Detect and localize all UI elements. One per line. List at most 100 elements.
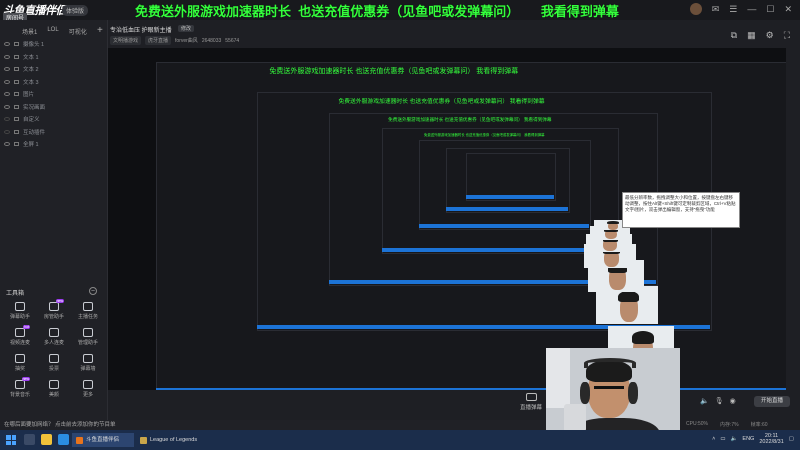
toolbox-grid: 弹幕助手 new 房管助手 主播任务 hot 视频连麦 多人连麦 管理助手抽奖 投票 弹幕墙 new… [3, 299, 105, 398]
source-type-icon [14, 142, 19, 147]
source-type-icon [14, 117, 19, 122]
tool-icon [15, 302, 25, 311]
source-item[interactable]: 图片 [4, 88, 104, 101]
source-type-icon [14, 54, 19, 59]
fullscreen-icon[interactable]: ⛶ [784, 30, 790, 41]
source-type-icon [14, 104, 19, 109]
edit-title-button[interactable]: 修改 [178, 25, 195, 32]
tool-icon [49, 380, 59, 389]
windows-start-icon[interactable] [6, 435, 16, 445]
tab-scene-visual[interactable]: 可视化 [69, 27, 87, 36]
notification-icon[interactable]: ▢ [789, 436, 794, 442]
headphone-left [580, 382, 590, 404]
network-icon[interactable]: ▭ [720, 436, 725, 442]
danmaku-label: 直播弹幕 [520, 405, 543, 411]
source-item[interactable]: 自定义 [4, 113, 104, 126]
volume-icon[interactable]: 🔈 [731, 436, 738, 442]
platform-chip[interactable]: 虎牙直播 [145, 36, 172, 45]
category-chip[interactable]: 文明播游戏 [110, 36, 142, 45]
eye-icon[interactable] [4, 67, 10, 72]
tool-item[interactable]: 投票 [37, 354, 71, 372]
tool-item[interactable]: 弹幕墙 [71, 354, 105, 372]
source-item[interactable]: 文本 1 [4, 51, 104, 64]
menu-icon[interactable]: ☰ [729, 4, 737, 15]
tool-item[interactable]: new 房管助手 [37, 299, 71, 320]
tool-badge: new [21, 377, 30, 381]
danmaku-button[interactable]: 直播弹幕 [520, 393, 542, 411]
source-item[interactable]: 摄像头 1 [4, 38, 104, 51]
tool-item[interactable]: 主播任务 [71, 302, 105, 320]
tool-item[interactable]: 更多 [71, 380, 105, 398]
nested-taskbar [465, 195, 554, 200]
clock[interactable]: 20:11 2022/8/31 [759, 433, 783, 445]
nested-taskbar [381, 247, 617, 252]
taskbar-item-lol[interactable]: League of Legends [136, 433, 206, 447]
source-item[interactable]: 互动插件 [4, 126, 104, 139]
tool-item[interactable]: 弹幕助手 [3, 302, 37, 320]
chat-icon [525, 393, 537, 401]
search-icon[interactable] [24, 434, 35, 445]
folder-icon[interactable] [41, 434, 52, 445]
eye-icon[interactable] [4, 42, 10, 47]
camera-icon[interactable]: ◉ [730, 397, 736, 405]
settings-icon[interactable]: ⚙ [766, 30, 774, 41]
nested-banner: 免费送外服游戏加速器时长 也送充值优惠券（见鱼吧或发弹幕问） 我看得到弹幕 [269, 68, 519, 75]
source-label: 文本 2 [23, 67, 39, 74]
eye-icon[interactable] [4, 79, 10, 84]
source-type-icon [14, 79, 19, 84]
stream-title[interactable]: 专治低血压 护眼新主播 [110, 25, 172, 34]
version-badge: 体验版 [62, 5, 89, 16]
edge-icon[interactable] [58, 434, 69, 445]
tool-item[interactable]: hot 视频连麦 [3, 325, 37, 346]
layers-icon[interactable]: ⧉ [731, 30, 737, 41]
source-item[interactable]: 文本 2 [4, 63, 104, 76]
chevron-up-icon[interactable]: ˄ [712, 436, 715, 442]
tool-item[interactable]: 美颜 [37, 380, 71, 398]
language-indicator[interactable]: ENG [742, 436, 754, 442]
minimize-icon[interactable]: — [747, 4, 756, 14]
memory-stat: 内存:7% [719, 422, 739, 428]
eye-off-icon[interactable] [4, 129, 10, 134]
microphone-icon[interactable]: 🎙 [715, 397, 724, 405]
eye-icon[interactable] [4, 104, 10, 109]
start-live-button[interactable]: 开始直播 [754, 396, 790, 407]
eye-icon[interactable] [4, 92, 10, 97]
tool-item[interactable]: 多人连麦 [37, 328, 71, 346]
tool-icon: hot [15, 325, 30, 337]
eye-icon[interactable] [4, 54, 10, 59]
maximize-icon[interactable]: ☐ [766, 4, 774, 15]
grid-icon[interactable]: ▦ [747, 30, 756, 41]
source-item[interactable]: 文本 3 [4, 76, 104, 89]
douyu-icon [76, 436, 83, 444]
source-item[interactable]: 全屏 1 [4, 138, 104, 151]
tool-label: 背景音乐 [9, 392, 30, 398]
tool-item[interactable]: new 背景音乐 [3, 377, 37, 398]
windows-taskbar: 斗鱼直播伴侣 League of Legends ˄ ▭ 🔈 ENG 20:11… [0, 430, 800, 450]
source-label: 文本 1 [23, 54, 39, 61]
tool-item[interactable]: 抽奖 [3, 354, 37, 372]
tool-icon [49, 354, 59, 363]
mail-icon[interactable]: ✉ [712, 4, 720, 15]
source-item[interactable]: 实况画面 [4, 101, 104, 114]
taskbar-item-douyu[interactable]: 斗鱼直播伴侣 [72, 433, 134, 447]
notification-bar[interactable]: 在哪后面要加网络？ 点击前去添加你的节目单 [0, 420, 546, 430]
eye-icon[interactable] [4, 142, 10, 147]
speaker-icon[interactable]: 🔈 [700, 397, 709, 405]
eye-off-icon[interactable] [4, 117, 10, 122]
tool-icon [83, 354, 93, 363]
tool-icon [83, 302, 93, 311]
nested-taskbar [419, 224, 589, 229]
add-scene-button[interactable]: + [97, 25, 103, 36]
viewer-count: 55674 [225, 37, 240, 44]
audio-controls: 🔈 🎙 ◉ [700, 397, 736, 405]
tool-icon [83, 380, 93, 389]
tool-icon: new [15, 377, 30, 389]
tool-item[interactable]: 管理助手 [71, 328, 105, 346]
user-avatar[interactable] [689, 3, 702, 15]
tab-scene-lol[interactable]: LOL [47, 27, 58, 36]
tab-scene-1[interactable]: 场景1 [22, 27, 37, 36]
toolbox-collapse-button[interactable]: – [89, 287, 97, 295]
source-type-icon [14, 67, 19, 72]
close-icon[interactable]: ✕ [784, 4, 792, 15]
microphone-stand [564, 404, 586, 432]
